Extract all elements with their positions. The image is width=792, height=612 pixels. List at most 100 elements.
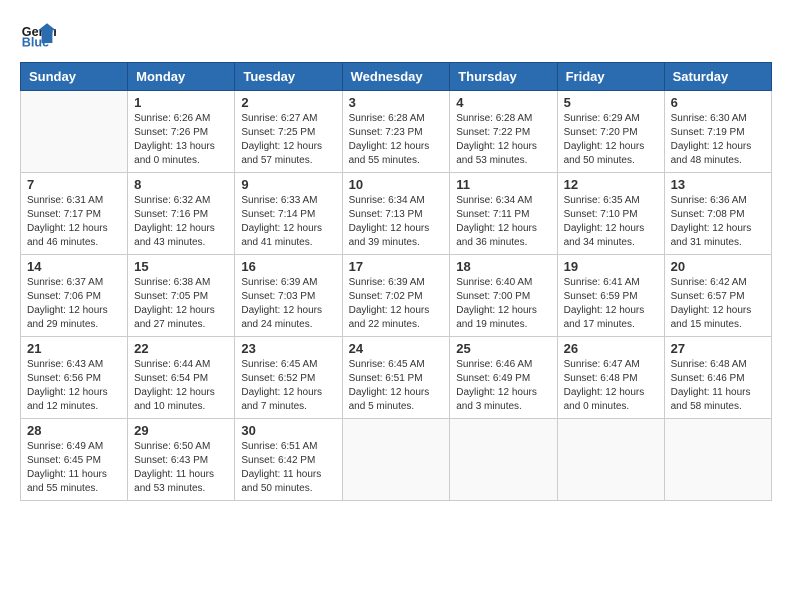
day-number: 2 bbox=[241, 95, 335, 110]
calendar-cell: 25 Sunrise: 6:46 AM Sunset: 6:49 PM Dayli… bbox=[450, 337, 557, 419]
calendar-cell: 28 Sunrise: 6:49 AM Sunset: 6:45 PM Dayli… bbox=[21, 419, 128, 501]
day-info: Sunrise: 6:48 AM Sunset: 6:46 PM Dayligh… bbox=[671, 358, 765, 414]
day-header-thursday: Thursday bbox=[450, 63, 557, 91]
day-info: Sunrise: 6:44 AM Sunset: 6:54 PM Dayligh… bbox=[134, 358, 228, 414]
day-number: 10 bbox=[349, 177, 444, 192]
calendar-cell: 26 Sunrise: 6:47 AM Sunset: 6:48 PM Dayli… bbox=[557, 337, 664, 419]
calendar-week-5: 28 Sunrise: 6:49 AM Sunset: 6:45 PM Dayli… bbox=[21, 419, 772, 501]
day-info: Sunrise: 6:50 AM Sunset: 6:43 PM Dayligh… bbox=[134, 440, 228, 496]
day-info: Sunrise: 6:32 AM Sunset: 7:16 PM Dayligh… bbox=[134, 194, 228, 250]
day-number: 29 bbox=[134, 423, 228, 438]
day-info: Sunrise: 6:30 AM Sunset: 7:19 PM Dayligh… bbox=[671, 112, 765, 168]
day-number: 30 bbox=[241, 423, 335, 438]
calendar-cell: 3 Sunrise: 6:28 AM Sunset: 7:23 PM Daylig… bbox=[342, 91, 450, 173]
calendar-cell: 1 Sunrise: 6:26 AM Sunset: 7:26 PM Daylig… bbox=[128, 91, 235, 173]
calendar-cell: 10 Sunrise: 6:34 AM Sunset: 7:13 PM Dayli… bbox=[342, 173, 450, 255]
calendar-cell: 23Sunrise: 6:45 AM Sunset: 6:52 PM Dayli… bbox=[235, 337, 342, 419]
calendar-table: SundayMondayTuesdayWednesdayThursdayFrid… bbox=[20, 62, 772, 501]
calendar-cell: 4 Sunrise: 6:28 AM Sunset: 7:22 PM Daylig… bbox=[450, 91, 557, 173]
day-info: Sunrise: 6:47 AM Sunset: 6:48 PM Dayligh… bbox=[564, 358, 658, 414]
calendar-week-4: 21 Sunrise: 6:43 AM Sunset: 6:56 PM Dayli… bbox=[21, 337, 772, 419]
day-number: 5 bbox=[564, 95, 658, 110]
logo: General Blue bbox=[20, 16, 60, 52]
calendar-cell: 30 Sunrise: 6:51 AM Sunset: 6:42 PM Dayli… bbox=[235, 419, 342, 501]
day-number: 21 bbox=[27, 341, 121, 356]
calendar-cell: 5Sunrise: 6:29 AM Sunset: 7:20 PM Daylig… bbox=[557, 91, 664, 173]
day-info: Sunrise: 6:27 AM Sunset: 7:25 PM Dayligh… bbox=[241, 112, 335, 168]
day-info: Sunrise: 6:33 AM Sunset: 7:14 PM Dayligh… bbox=[241, 194, 335, 250]
calendar-cell: 2 Sunrise: 6:27 AM Sunset: 7:25 PM Daylig… bbox=[235, 91, 342, 173]
calendar-cell: 15 Sunrise: 6:38 AM Sunset: 7:05 PM Dayli… bbox=[128, 255, 235, 337]
day-header-friday: Friday bbox=[557, 63, 664, 91]
calendar-cell: 29 Sunrise: 6:50 AM Sunset: 6:43 PM Dayli… bbox=[128, 419, 235, 501]
day-info: Sunrise: 6:51 AM Sunset: 6:42 PM Dayligh… bbox=[241, 440, 335, 496]
day-number: 15 bbox=[134, 259, 228, 274]
calendar-cell: 7Sunrise: 6:31 AM Sunset: 7:17 PM Daylig… bbox=[21, 173, 128, 255]
day-header-tuesday: Tuesday bbox=[235, 63, 342, 91]
day-number: 25 bbox=[456, 341, 550, 356]
day-info: Sunrise: 6:45 AM Sunset: 6:51 PM Dayligh… bbox=[349, 358, 444, 414]
day-number: 12 bbox=[564, 177, 658, 192]
day-number: 9 bbox=[241, 177, 335, 192]
day-number: 8 bbox=[134, 177, 228, 192]
calendar-cell: 6 Sunrise: 6:30 AM Sunset: 7:19 PM Daylig… bbox=[664, 91, 771, 173]
day-info: Sunrise: 6:46 AM Sunset: 6:49 PM Dayligh… bbox=[456, 358, 550, 414]
day-number: 24 bbox=[349, 341, 444, 356]
day-info: Sunrise: 6:38 AM Sunset: 7:05 PM Dayligh… bbox=[134, 276, 228, 332]
day-info: Sunrise: 6:36 AM Sunset: 7:08 PM Dayligh… bbox=[671, 194, 765, 250]
day-number: 27 bbox=[671, 341, 765, 356]
day-number: 16 bbox=[241, 259, 335, 274]
day-info: Sunrise: 6:39 AM Sunset: 7:02 PM Dayligh… bbox=[349, 276, 444, 332]
calendar-header-row: SundayMondayTuesdayWednesdayThursdayFrid… bbox=[21, 63, 772, 91]
day-info: Sunrise: 6:43 AM Sunset: 6:56 PM Dayligh… bbox=[27, 358, 121, 414]
day-info: Sunrise: 6:40 AM Sunset: 7:00 PM Dayligh… bbox=[456, 276, 550, 332]
day-info: Sunrise: 6:42 AM Sunset: 6:57 PM Dayligh… bbox=[671, 276, 765, 332]
calendar-cell: 8 Sunrise: 6:32 AM Sunset: 7:16 PM Daylig… bbox=[128, 173, 235, 255]
day-number: 18 bbox=[456, 259, 550, 274]
calendar-cell: 19 Sunrise: 6:41 AM Sunset: 6:59 PM Dayli… bbox=[557, 255, 664, 337]
calendar-cell: 13 Sunrise: 6:36 AM Sunset: 7:08 PM Dayli… bbox=[664, 173, 771, 255]
day-number: 7 bbox=[27, 177, 121, 192]
day-number: 26 bbox=[564, 341, 658, 356]
page-header: General Blue bbox=[20, 16, 772, 52]
calendar-cell: 24 Sunrise: 6:45 AM Sunset: 6:51 PM Dayli… bbox=[342, 337, 450, 419]
calendar-week-1: 1 Sunrise: 6:26 AM Sunset: 7:26 PM Daylig… bbox=[21, 91, 772, 173]
day-number: 19 bbox=[564, 259, 658, 274]
calendar-cell: 18 Sunrise: 6:40 AM Sunset: 7:00 PM Dayli… bbox=[450, 255, 557, 337]
day-info: Sunrise: 6:39 AM Sunset: 7:03 PM Dayligh… bbox=[241, 276, 335, 332]
calendar-cell: 27 Sunrise: 6:48 AM Sunset: 6:46 PM Dayli… bbox=[664, 337, 771, 419]
day-info: Sunrise: 6:49 AM Sunset: 6:45 PM Dayligh… bbox=[27, 440, 121, 496]
calendar-cell: 20Sunrise: 6:42 AM Sunset: 6:57 PM Dayli… bbox=[664, 255, 771, 337]
calendar-cell: 11Sunrise: 6:34 AM Sunset: 7:11 PM Dayli… bbox=[450, 173, 557, 255]
day-info: Sunrise: 6:28 AM Sunset: 7:23 PM Dayligh… bbox=[349, 112, 444, 168]
calendar-cell bbox=[450, 419, 557, 501]
calendar-cell: 17 Sunrise: 6:39 AM Sunset: 7:02 PM Dayli… bbox=[342, 255, 450, 337]
day-number: 1 bbox=[134, 95, 228, 110]
day-info: Sunrise: 6:28 AM Sunset: 7:22 PM Dayligh… bbox=[456, 112, 550, 168]
calendar-cell bbox=[664, 419, 771, 501]
calendar-cell bbox=[21, 91, 128, 173]
day-number: 3 bbox=[349, 95, 444, 110]
calendar-cell: 22Sunrise: 6:44 AM Sunset: 6:54 PM Dayli… bbox=[128, 337, 235, 419]
calendar-cell: 14Sunrise: 6:37 AM Sunset: 7:06 PM Dayli… bbox=[21, 255, 128, 337]
day-number: 6 bbox=[671, 95, 765, 110]
day-info: Sunrise: 6:45 AM Sunset: 6:52 PM Dayligh… bbox=[241, 358, 335, 414]
calendar-cell bbox=[342, 419, 450, 501]
calendar-cell: 12Sunrise: 6:35 AM Sunset: 7:10 PM Dayli… bbox=[557, 173, 664, 255]
calendar-week-2: 7Sunrise: 6:31 AM Sunset: 7:17 PM Daylig… bbox=[21, 173, 772, 255]
calendar-cell: 9 Sunrise: 6:33 AM Sunset: 7:14 PM Daylig… bbox=[235, 173, 342, 255]
day-header-saturday: Saturday bbox=[664, 63, 771, 91]
calendar-week-3: 14Sunrise: 6:37 AM Sunset: 7:06 PM Dayli… bbox=[21, 255, 772, 337]
day-number: 28 bbox=[27, 423, 121, 438]
calendar-cell: 21 Sunrise: 6:43 AM Sunset: 6:56 PM Dayli… bbox=[21, 337, 128, 419]
day-header-monday: Monday bbox=[128, 63, 235, 91]
day-info: Sunrise: 6:26 AM Sunset: 7:26 PM Dayligh… bbox=[134, 112, 228, 168]
day-number: 11 bbox=[456, 177, 550, 192]
day-info: Sunrise: 6:34 AM Sunset: 7:13 PM Dayligh… bbox=[349, 194, 444, 250]
day-info: Sunrise: 6:41 AM Sunset: 6:59 PM Dayligh… bbox=[564, 276, 658, 332]
day-number: 4 bbox=[456, 95, 550, 110]
day-number: 14 bbox=[27, 259, 121, 274]
day-number: 17 bbox=[349, 259, 444, 274]
day-number: 13 bbox=[671, 177, 765, 192]
calendar-cell bbox=[557, 419, 664, 501]
